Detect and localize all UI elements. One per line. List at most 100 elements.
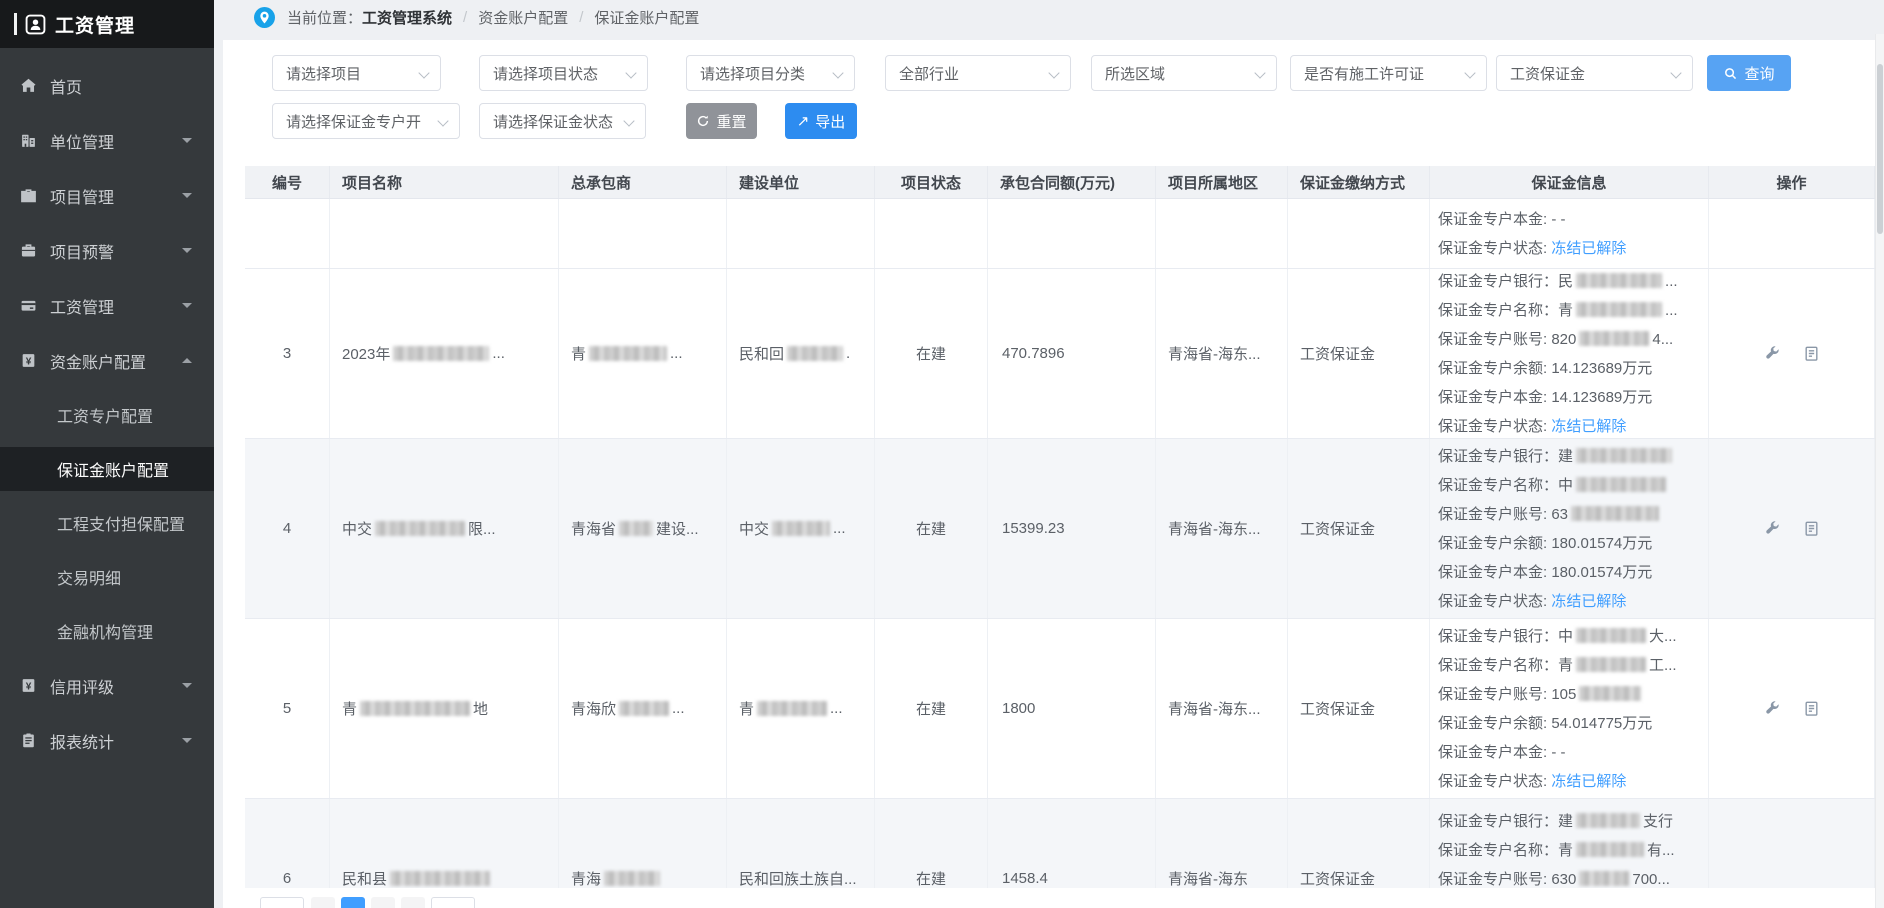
cell-项目所属地区: 青海省-海东... bbox=[1156, 439, 1288, 618]
detail-button[interactable] bbox=[1803, 345, 1820, 362]
export-button[interactable]: ↗ 导出 bbox=[785, 103, 857, 139]
deposit-info-line: 保证金专户名称：青... bbox=[1438, 296, 1678, 325]
select-value: 所选区域 bbox=[1105, 63, 1165, 84]
breadcrumb-item[interactable]: 保证金账户配置 bbox=[594, 7, 699, 28]
chevron-down-icon bbox=[182, 683, 192, 688]
sidebar-item-7[interactable]: ¥信用评级 bbox=[0, 658, 214, 713]
sidebar-subitem-label: 保证金账户配置 bbox=[0, 447, 214, 491]
sidebar-item-6[interactable]: ¥资金账户配置 bbox=[0, 333, 214, 388]
sidebar: 工资管理 首页单位管理项目管理项目预警工资管理¥资金账户配置工资专户配置保证金账… bbox=[0, 0, 214, 908]
status-link[interactable]: 冻结已解除 bbox=[1551, 418, 1626, 435]
deposit-info-line: 保证金专户状态: 冻结已解除 bbox=[1438, 412, 1626, 439]
scrollbar-thumb[interactable] bbox=[1877, 64, 1883, 234]
pagination-page[interactable] bbox=[401, 897, 425, 908]
cell-保证金缴纳方式: 工资保证金 bbox=[1288, 269, 1430, 438]
cell-总承包商: 青 ... bbox=[559, 269, 727, 438]
sidebar-subitem[interactable]: 工资专户配置 bbox=[0, 388, 214, 442]
export-button-label: 导出 bbox=[815, 111, 845, 132]
status-link[interactable]: 冻结已解除 bbox=[1551, 240, 1626, 257]
cell-保证金缴纳方式 bbox=[1288, 199, 1430, 268]
cell-编号: 5 bbox=[245, 619, 330, 798]
pagination-jump-input[interactable] bbox=[431, 897, 475, 908]
projects-icon bbox=[20, 187, 37, 204]
sidebar-item-1[interactable]: 首页 bbox=[0, 58, 214, 113]
filter-select-工资保证金[interactable]: 工资保证金 bbox=[1496, 55, 1693, 91]
filter-select-所选区域[interactable]: 所选区域 bbox=[1091, 55, 1277, 91]
cell-项目所属地区: 青海省-海东 bbox=[1156, 799, 1288, 888]
column-header-项目状态: 项目状态 bbox=[875, 166, 988, 198]
pagination-prev[interactable] bbox=[311, 897, 335, 908]
column-header-项目所属地区: 项目所属地区 bbox=[1156, 166, 1288, 198]
document-icon bbox=[1803, 345, 1820, 362]
select-value: 请选择保证金状态 bbox=[493, 111, 613, 132]
logo-icon bbox=[25, 14, 46, 35]
search-icon bbox=[1723, 66, 1738, 81]
configure-button[interactable] bbox=[1764, 345, 1781, 362]
configure-button[interactable] bbox=[1764, 520, 1781, 537]
filter-select-请选择项目分类[interactable]: 请选择项目分类 bbox=[686, 55, 855, 91]
export-icon: ↗ bbox=[797, 114, 810, 129]
sidebar-subitem[interactable]: 金融机构管理 bbox=[0, 604, 214, 658]
document-icon bbox=[1803, 520, 1820, 537]
sidebar-subitem-label: 工资专户配置 bbox=[0, 393, 214, 437]
chevron-down-icon bbox=[625, 67, 636, 78]
search-button[interactable]: 查询 bbox=[1707, 55, 1791, 91]
svg-text:¥: ¥ bbox=[26, 681, 32, 692]
status-link[interactable]: 冻结已解除 bbox=[1551, 773, 1626, 790]
reset-button[interactable]: 重置 bbox=[686, 103, 757, 139]
pagination-page-current[interactable] bbox=[341, 897, 365, 908]
configure-button[interactable] bbox=[1764, 700, 1781, 717]
sidebar-item-label: 单位管理 bbox=[50, 129, 114, 153]
select-value: 请选择项目状态 bbox=[493, 63, 598, 84]
sidebar-subitem[interactable]: 交易明细 bbox=[0, 550, 214, 604]
select-value: 请选择保证金专户开 bbox=[286, 111, 421, 132]
sidebar-item-3[interactable]: 项目管理 bbox=[0, 168, 214, 223]
filter-select-全部行业[interactable]: 全部行业 bbox=[885, 55, 1071, 91]
reset-button-label: 重置 bbox=[716, 111, 746, 132]
deposit-info-line: 保证金专户账号: 105 bbox=[1438, 680, 1644, 709]
detail-button[interactable] bbox=[1803, 700, 1820, 717]
cell-承包合同额(万元): 470.7896 bbox=[988, 269, 1156, 438]
filter-select-请选择保证金状态[interactable]: 请选择保证金状态 bbox=[479, 103, 646, 139]
pagination-size-select[interactable] bbox=[260, 897, 304, 908]
sidebar-item-2[interactable]: 单位管理 bbox=[0, 113, 214, 168]
filter-select-请选择项目状态[interactable]: 请选择项目状态 bbox=[479, 55, 648, 91]
redacted-text bbox=[1576, 628, 1646, 643]
chevron-down-icon bbox=[182, 248, 192, 253]
alerts-icon bbox=[20, 242, 37, 259]
filter-select-请选择项目[interactable]: 请选择项目 bbox=[272, 55, 441, 91]
deposit-info-line: 保证金专户银行：建 bbox=[1438, 442, 1675, 471]
wrench-icon bbox=[1764, 700, 1781, 717]
cell-总承包商 bbox=[559, 199, 727, 268]
document-icon bbox=[1803, 700, 1820, 717]
redacted-text bbox=[375, 521, 465, 536]
cell-项目状态: 在建 bbox=[875, 799, 988, 888]
deposit-info-line: 保证金专户账号: 8204... bbox=[1438, 325, 1673, 354]
sidebar-item-5[interactable]: 工资管理 bbox=[0, 278, 214, 333]
breadcrumb-item[interactable]: 资金账户配置 bbox=[478, 7, 568, 28]
detail-button[interactable] bbox=[1803, 520, 1820, 537]
cell-承包合同额(万元): 15399.23 bbox=[988, 439, 1156, 618]
cell-项目状态 bbox=[875, 199, 988, 268]
column-header-项目名称: 项目名称 bbox=[330, 166, 559, 198]
filter-select-请选择保证金专户开[interactable]: 请选择保证金专户开 bbox=[272, 103, 460, 139]
status-link[interactable]: 冻结已解除 bbox=[1551, 593, 1626, 610]
column-header-建设单位: 建设单位 bbox=[727, 166, 875, 198]
filter-select-是否有施工许可证[interactable]: 是否有施工许可证 bbox=[1290, 55, 1487, 91]
table-row: 4中交限...青海省建设...中交 ...在建15399.23青海省-海东...… bbox=[245, 439, 1875, 619]
sidebar-subitem[interactable]: 保证金账户配置 bbox=[0, 442, 214, 496]
cell-保证金信息: 保证金专户银行：建保证金专户名称：中保证金专户账号: 63保证金专户余额: 18… bbox=[1430, 439, 1709, 618]
cell-总承包商: 青海省建设... bbox=[559, 439, 727, 618]
sidebar-item-4[interactable]: 项目预警 bbox=[0, 223, 214, 278]
sidebar-item-8[interactable]: 报表统计 bbox=[0, 713, 214, 768]
vertical-scrollbar[interactable] bbox=[1875, 34, 1884, 908]
chevron-down-icon bbox=[182, 193, 192, 198]
sidebar-item-label: 工资管理 bbox=[50, 294, 114, 318]
sidebar-subitem[interactable]: 工程支付担保配置 bbox=[0, 496, 214, 550]
chevron-up-icon bbox=[182, 358, 192, 363]
pagination-page[interactable] bbox=[371, 897, 395, 908]
column-header-操作: 操作 bbox=[1709, 166, 1875, 198]
cell-建设单位 bbox=[727, 199, 875, 268]
cell-总承包商: 青海 bbox=[559, 799, 727, 888]
column-header-承包合同额(万元): 承包合同额(万元) bbox=[988, 166, 1156, 198]
